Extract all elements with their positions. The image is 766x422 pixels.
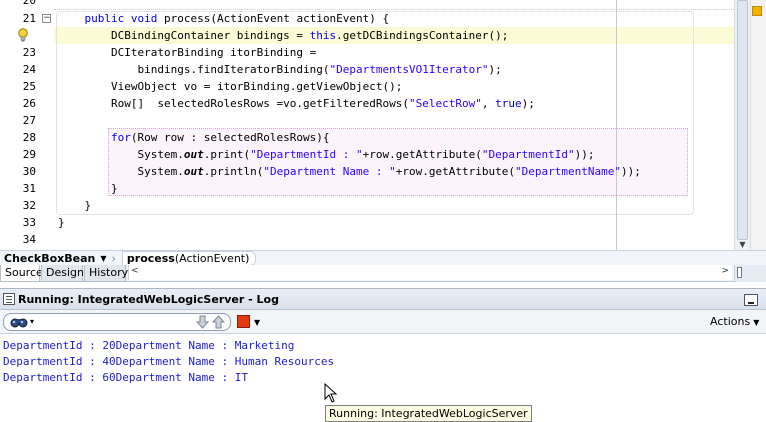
- code-line[interactable]: public void process(ActionEvent actionEv…: [58, 10, 390, 27]
- scrollbar-thumb[interactable]: [737, 0, 748, 240]
- line-number: 34: [22, 233, 36, 246]
- scroll-down-arrow[interactable]: ▼: [737, 240, 748, 250]
- code-line[interactable]: }: [58, 197, 91, 214]
- code-line[interactable]: ViewObject vo = itorBinding.getViewObjec…: [58, 78, 402, 95]
- lightbulb-icon[interactable]: [17, 28, 29, 42]
- tooltip: Running: IntegratedWebLogicServer: [325, 405, 532, 422]
- code-line[interactable]: Row[] selectedRolesRows =vo.getFilteredR…: [58, 95, 535, 112]
- log-window-icon: [3, 293, 15, 305]
- fold-toggle-method[interactable]: −: [42, 14, 51, 23]
- line-number: 31: [22, 182, 36, 195]
- log-panel-header: Running: IntegratedWebLogicServer - Log: [0, 288, 766, 310]
- breadcrumb-method[interactable]: process (ActionEvent): [121, 250, 257, 266]
- code-editor[interactable]: 20 21 22 23 24 25 26 27 28 29 30 31 32 3…: [0, 0, 766, 250]
- code-line[interactable]: System.out.println("Department Name : "+…: [58, 163, 640, 180]
- breadcrumb-separator-icon: ›: [111, 251, 116, 265]
- split-editor-corner[interactable]: [734, 265, 766, 282]
- warning-marker-icon[interactable]: [752, 6, 762, 16]
- line-number: 30: [22, 165, 36, 178]
- scroll-right-icon[interactable]: >: [721, 266, 729, 276]
- breadcrumb-class-label: CheckBoxBean: [4, 251, 96, 265]
- line-number: 24: [22, 63, 36, 76]
- actions-menu-button[interactable]: Actions ▼: [710, 315, 759, 328]
- log-line: DepartmentId : 20Department Name : Marke…: [3, 339, 295, 352]
- code-line[interactable]: System.out.print("DepartmentId : "+row.g…: [58, 146, 594, 163]
- breadcrumb-class[interactable]: CheckBoxBean ▼ ›: [0, 251, 122, 266]
- mouse-pointer-icon: [324, 383, 338, 403]
- code-line[interactable]: for(Row row : selectedRolesRows){: [58, 129, 330, 146]
- editor-horizontal-scrollbar[interactable]: < >: [128, 265, 732, 280]
- chevron-down-icon[interactable]: ▾: [30, 317, 34, 326]
- log-toolbar: ▾ ▼ Actions ▼: [0, 310, 766, 334]
- tab-source[interactable]: Source: [0, 265, 43, 282]
- chevron-down-icon[interactable]: ▼: [254, 318, 260, 327]
- breadcrumb-method-args: (ActionEvent): [174, 251, 250, 265]
- code-line[interactable]: }: [58, 214, 65, 231]
- line-number: 21: [22, 12, 36, 25]
- fold-column: [38, 0, 54, 250]
- editor-vertical-scrollbar[interactable]: ▼: [734, 0, 750, 250]
- binoculars-icon[interactable]: [10, 316, 28, 328]
- line-number: 29: [22, 148, 36, 161]
- code-line[interactable]: bindings.findIteratorBinding("Department…: [58, 61, 501, 78]
- chevron-down-icon: ▼: [753, 318, 760, 327]
- overview-ruler[interactable]: [750, 0, 766, 250]
- right-margin-guide: [616, 0, 617, 250]
- line-number: 27: [22, 114, 36, 127]
- code-line[interactable]: DCBindingContainer bindings = this.getDC…: [58, 27, 508, 44]
- minimize-icon[interactable]: [744, 294, 758, 306]
- log-panel-title[interactable]: Running: IntegratedWebLogicServer - Log: [18, 293, 279, 306]
- line-number: 33: [22, 216, 36, 229]
- editor-tab-bar: Source Design History < >: [0, 265, 766, 282]
- breadcrumb-method-label: process: [126, 251, 175, 265]
- stop-icon[interactable]: [237, 315, 250, 328]
- line-number: 25: [22, 80, 36, 93]
- arrow-down-icon[interactable]: [196, 315, 209, 329]
- split-icon[interactable]: [737, 267, 742, 278]
- log-line: DepartmentId : 40Department Name : Human…: [3, 355, 335, 368]
- line-number: 23: [22, 46, 36, 59]
- actions-label: Actions: [710, 315, 751, 328]
- arrow-up-icon[interactable]: [212, 315, 225, 329]
- line-number: 32: [22, 199, 36, 212]
- line-number: 20: [22, 0, 36, 7]
- scroll-left-icon[interactable]: <: [131, 266, 139, 276]
- line-number: 26: [22, 97, 36, 110]
- code-line[interactable]: DCIteratorBinding itorBinding =: [58, 44, 316, 61]
- chevron-down-icon[interactable]: ▼: [100, 254, 106, 263]
- code-line[interactable]: }: [58, 180, 118, 197]
- line-number: 28: [22, 131, 36, 144]
- log-line: DepartmentId : 60Department Name : IT: [3, 371, 249, 384]
- tab-history[interactable]: History: [84, 265, 128, 282]
- tab-design[interactable]: Design: [41, 265, 84, 282]
- breadcrumb: CheckBoxBean ▼ › process (ActionEvent): [0, 250, 766, 266]
